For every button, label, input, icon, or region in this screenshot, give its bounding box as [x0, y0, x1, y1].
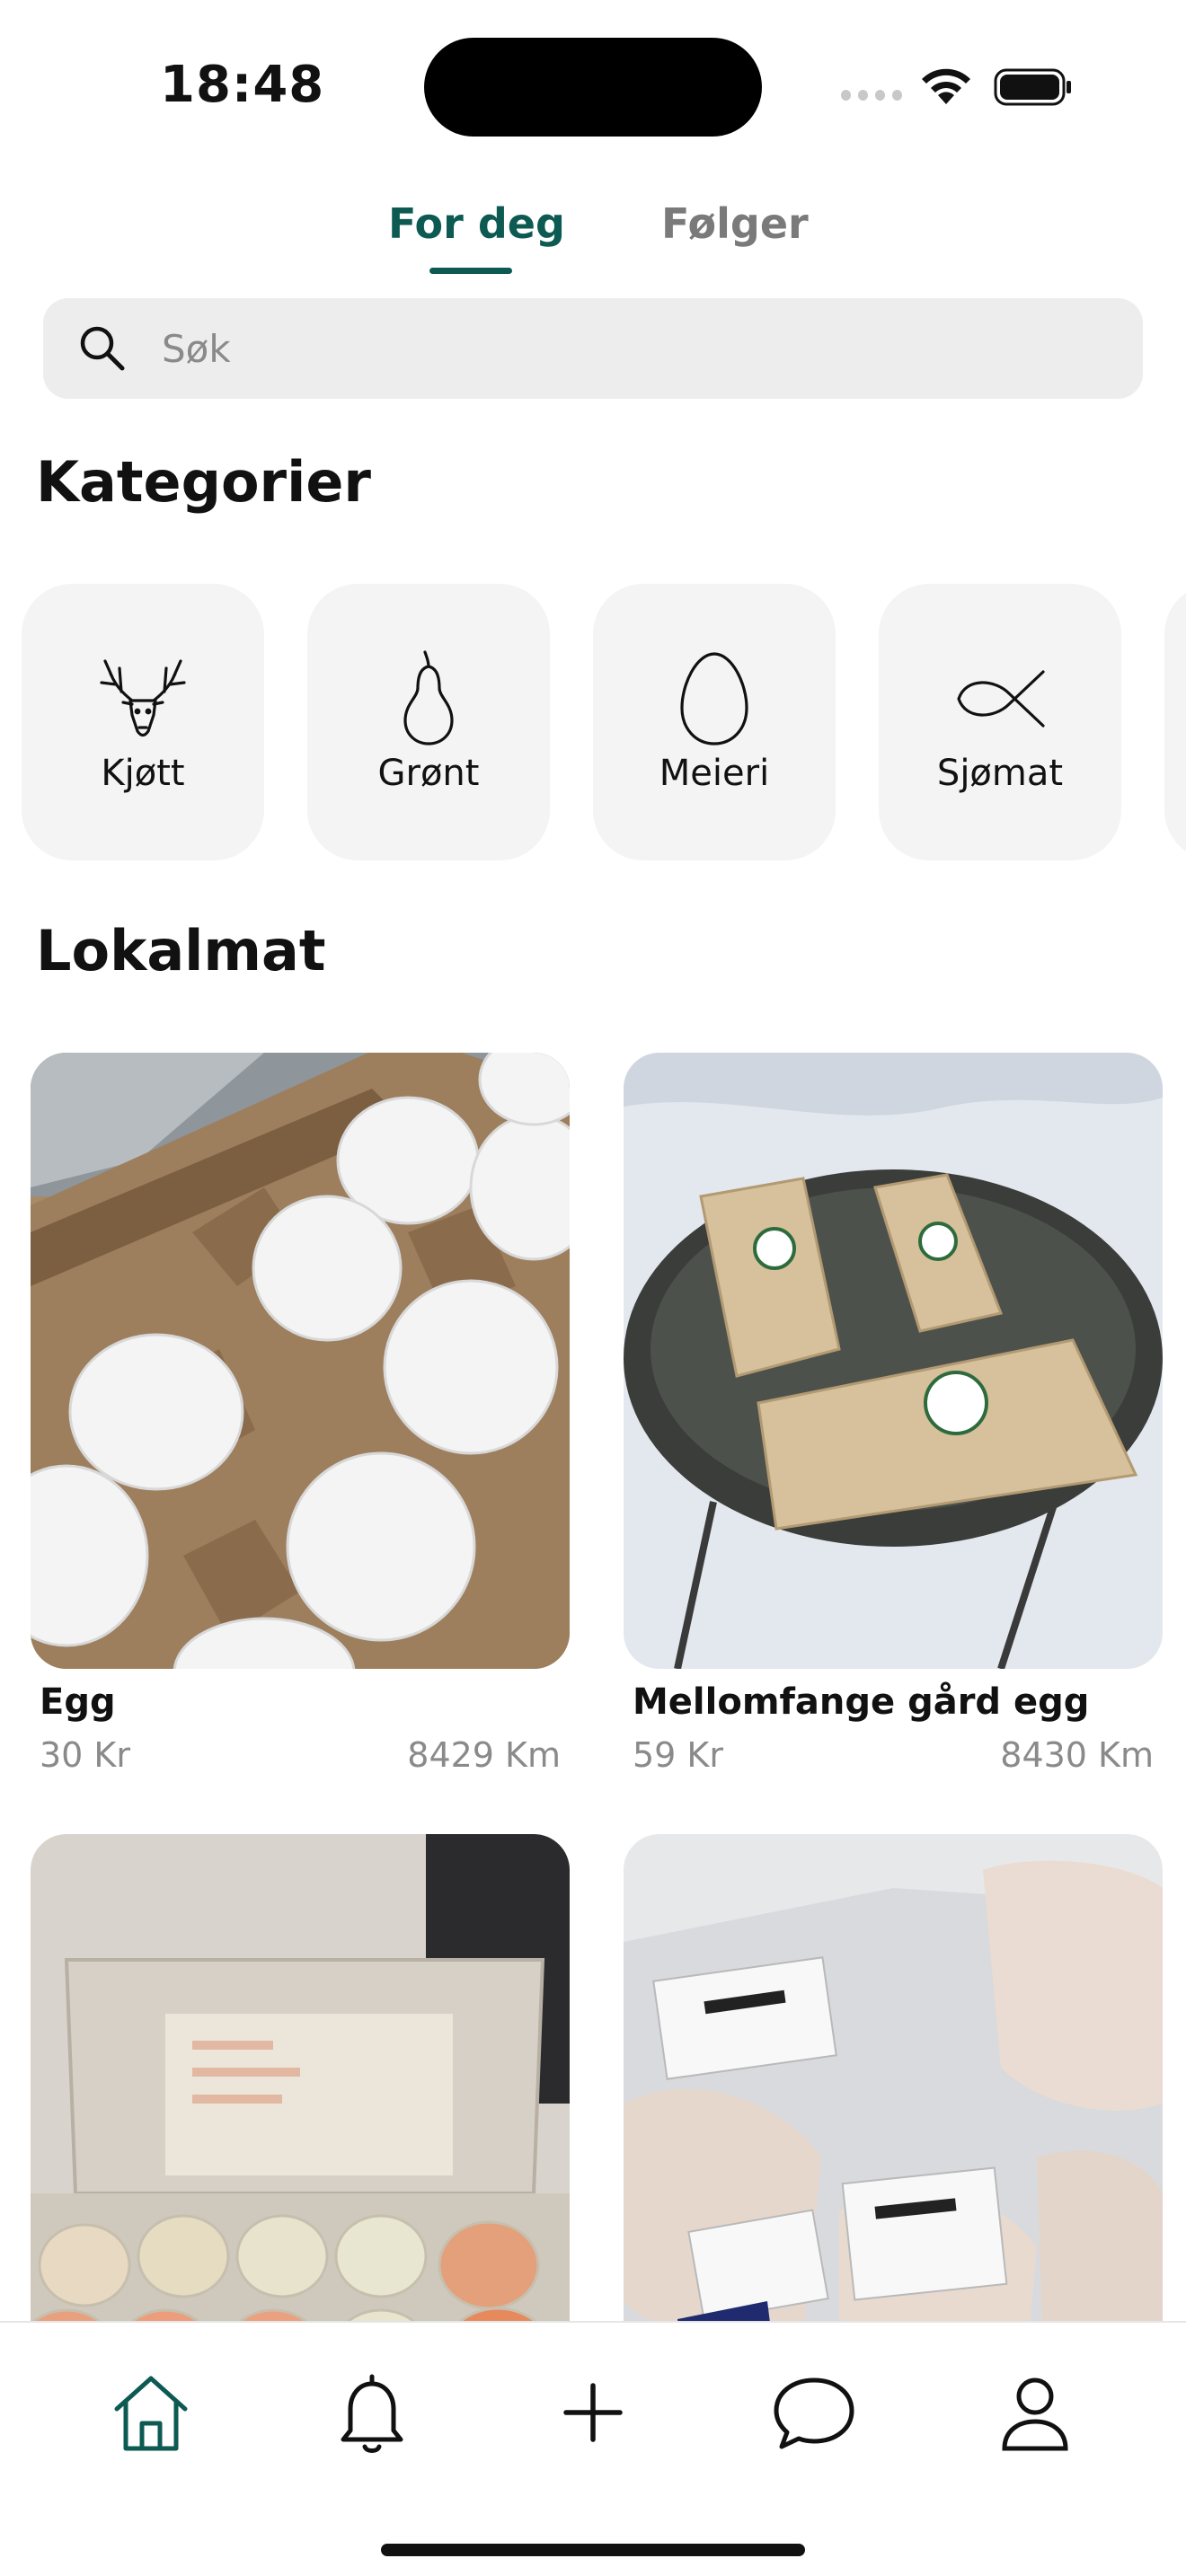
antlers-icon: [100, 659, 186, 737]
tab-for-deg[interactable]: For deg: [388, 199, 565, 248]
bell-icon[interactable]: [327, 2368, 417, 2457]
product-name: Mellomfange gård egg: [633, 1681, 1090, 1723]
lokalmat-title: Lokalmat: [36, 918, 326, 984]
product-name: Egg: [40, 1681, 116, 1723]
product-price: 59 Kr: [633, 1735, 723, 1775]
category-gront[interactable]: Grønt: [307, 584, 550, 860]
product-distance: 8429 Km: [407, 1735, 561, 1775]
white-eggs-in-carton-photo: [31, 1053, 570, 1669]
pear-icon: [403, 650, 454, 745]
category-sjomat[interactable]: Sjømat: [879, 584, 1121, 860]
category-label: Meieri: [659, 753, 770, 794]
category-label: Grønt: [377, 753, 480, 794]
dynamic-island: [424, 38, 762, 137]
search-input[interactable]: [162, 298, 1060, 399]
egg-icon: [680, 652, 748, 745]
search-bar[interactable]: [43, 298, 1143, 399]
chat-icon[interactable]: [769, 2368, 859, 2457]
cellular-signal-icon: [841, 90, 902, 102]
profile-icon[interactable]: [990, 2368, 1080, 2457]
product-distance: 8430 Km: [1000, 1735, 1154, 1775]
home-indicator: [381, 2544, 805, 2556]
search-icon: [80, 326, 125, 371]
categories-title: Kategorier: [36, 449, 371, 515]
tab-folger[interactable]: Følger: [661, 199, 809, 248]
status-bar: 18:48: [0, 0, 1186, 171]
category-meieri[interactable]: Meieri: [593, 584, 836, 860]
plus-icon[interactable]: [548, 2368, 638, 2457]
egg-cartons-on-table-in-snow-photo: [624, 1053, 1163, 1669]
active-tab-indicator: [429, 268, 512, 274]
category-next-partial[interactable]: [1164, 584, 1186, 860]
category-label: Sjømat: [936, 753, 1064, 794]
status-time: 18:48: [160, 56, 325, 114]
wifi-icon: [922, 68, 970, 104]
category-kjott[interactable]: Kjøtt: [22, 584, 264, 860]
fish-icon: [957, 670, 1045, 728]
bottom-navigation: [0, 2321, 1186, 2576]
category-label: Kjøtt: [101, 753, 185, 794]
feed-tabs: For deg Følger: [0, 199, 1186, 280]
product-price: 30 Kr: [40, 1735, 130, 1775]
battery-icon: [994, 68, 1071, 106]
home-icon[interactable]: [106, 2368, 196, 2457]
